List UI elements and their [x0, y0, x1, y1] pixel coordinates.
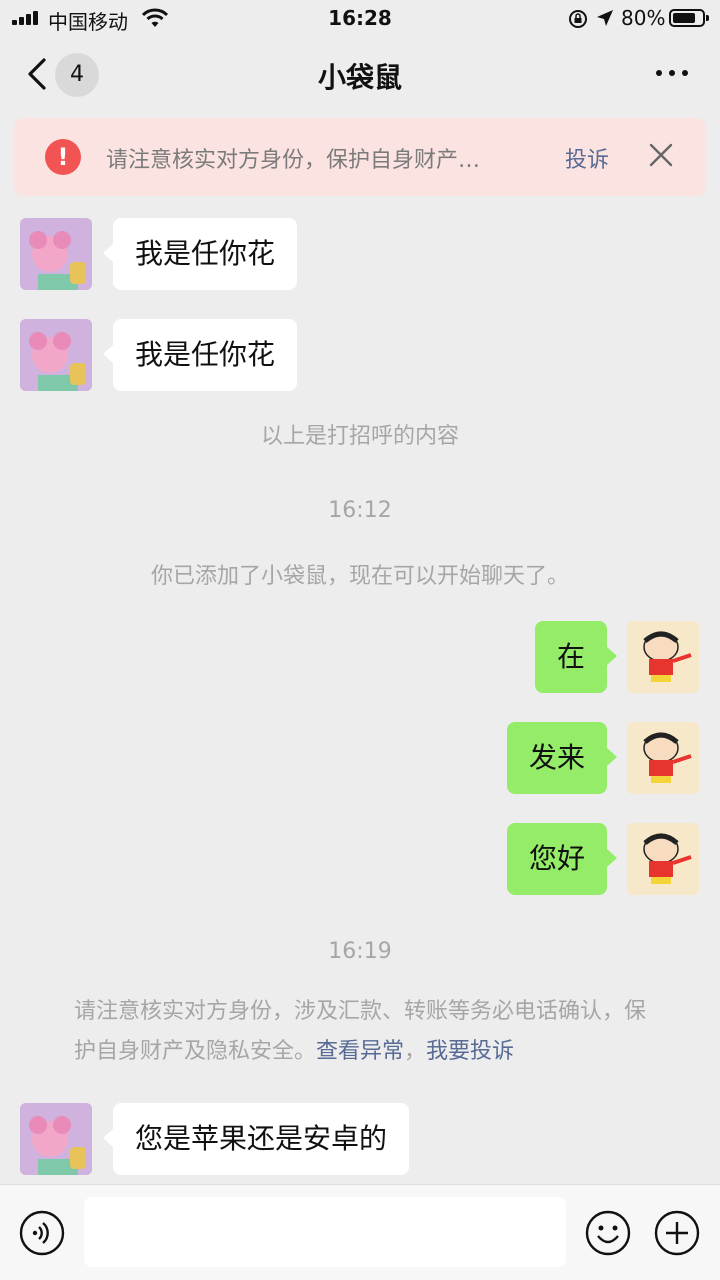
battery-icon: [669, 9, 709, 27]
report-link[interactable]: 投诉: [565, 142, 609, 174]
contact-avatar[interactable]: [20, 218, 92, 290]
timestamp: 16:12: [328, 498, 392, 523]
voice-icon[interactable]: [19, 1210, 65, 1256]
rotation-lock-icon: [569, 10, 587, 28]
my-avatar[interactable]: [627, 621, 699, 693]
message-input[interactable]: [84, 1197, 566, 1267]
more-dots-icon[interactable]: [652, 60, 692, 84]
battery-percent: 80%: [621, 6, 666, 30]
warning-banner: ! 请注意核实对方身份，保护自身财产… 投诉: [14, 118, 706, 196]
message-bubble[interactable]: 我是任你花: [102, 218, 298, 290]
report-complaint-link[interactable]: 我要投诉: [426, 1039, 514, 1064]
emoji-icon[interactable]: [585, 1210, 631, 1256]
warning-text: 请注意核实对方身份，保护自身财产…: [106, 148, 481, 173]
security-notice: 请注意核实对方身份，涉及汇款、转账等务必电话确认，保护自身财产及隐私安全。查看异…: [74, 992, 654, 1072]
my-avatar[interactable]: [627, 722, 699, 794]
system-message: 以上是打招呼的内容: [260, 424, 459, 449]
warning-icon: !: [45, 139, 81, 175]
location-icon: [597, 10, 613, 26]
input-bar: [0, 1184, 720, 1280]
contact-avatar[interactable]: [20, 319, 92, 391]
plus-icon[interactable]: [654, 1210, 700, 1256]
status-bar: 中国移动 16:28 80%: [0, 0, 720, 38]
message-bubble[interactable]: 我是任你花: [102, 319, 298, 391]
chat-header: 4 小袋鼠: [0, 38, 720, 110]
view-anomaly-link[interactable]: 查看异常: [316, 1039, 404, 1064]
message-bubble[interactable]: 您好: [506, 823, 618, 895]
page-title: 小袋鼠: [317, 61, 402, 94]
system-message: 你已添加了小袋鼠，现在可以开始聊天了。: [150, 564, 569, 589]
message-bubble[interactable]: 在: [534, 621, 618, 693]
message-bubble[interactable]: 您是苹果还是安卓的: [102, 1103, 410, 1175]
contact-avatar[interactable]: [20, 1103, 92, 1175]
close-icon[interactable]: [648, 142, 674, 168]
notice-separator: ，: [404, 1039, 427, 1064]
timestamp: 16:19: [328, 939, 392, 964]
my-avatar[interactable]: [627, 823, 699, 895]
message-bubble[interactable]: 发来: [506, 722, 618, 794]
